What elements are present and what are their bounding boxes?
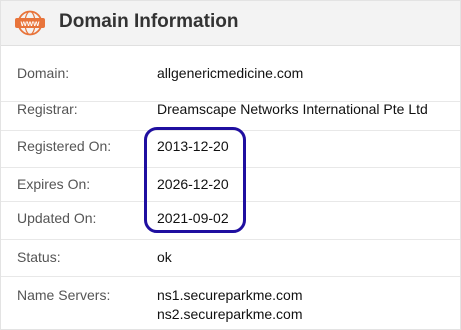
row-value-updated-on: 2021-09-02	[157, 210, 229, 226]
row-label-status: Status:	[17, 249, 61, 265]
row-label-expires-on: Expires On:	[17, 176, 91, 192]
row-value-registered-on: 2013-12-20	[157, 138, 229, 154]
www-globe-icon: www	[15, 10, 45, 36]
row-domain: Domain: allgenericmedicine.com	[1, 45, 460, 102]
domain-information-panel: www Domain Information Domain: allgeneri…	[0, 0, 461, 330]
row-label-name-servers: Name Servers:	[17, 287, 111, 303]
row-name-servers: Name Servers: ns1.secureparkme.com ns2.s…	[1, 277, 460, 329]
row-value-expires-on: 2026-12-20	[157, 176, 229, 192]
row-expires-on: Expires On: 2026-12-20	[1, 168, 460, 202]
name-server-2: ns2.secureparkme.com	[157, 306, 303, 322]
row-updated-on: Updated On: 2021-09-02	[1, 202, 460, 240]
row-label-registrar: Registrar:	[17, 101, 78, 117]
row-label-updated-on: Updated On:	[17, 210, 97, 226]
row-status: Status: ok	[1, 240, 460, 277]
row-value-status: ok	[157, 249, 172, 265]
name-server-1: ns1.secureparkme.com	[157, 287, 303, 303]
panel-title: Domain Information	[59, 11, 239, 32]
row-label-registered-on: Registered On:	[17, 138, 112, 154]
row-registered-on: Registered On: 2013-12-20	[1, 131, 460, 168]
www-icon-text: www	[20, 19, 40, 28]
row-label-domain: Domain:	[17, 65, 70, 81]
panel-header: www Domain Information	[1, 1, 460, 46]
row-registrar: Registrar: Dreamscape Networks Internati…	[1, 101, 460, 131]
row-value-registrar: Dreamscape Networks International Pte Lt…	[157, 101, 428, 117]
row-value-domain: allgenericmedicine.com	[157, 65, 304, 81]
